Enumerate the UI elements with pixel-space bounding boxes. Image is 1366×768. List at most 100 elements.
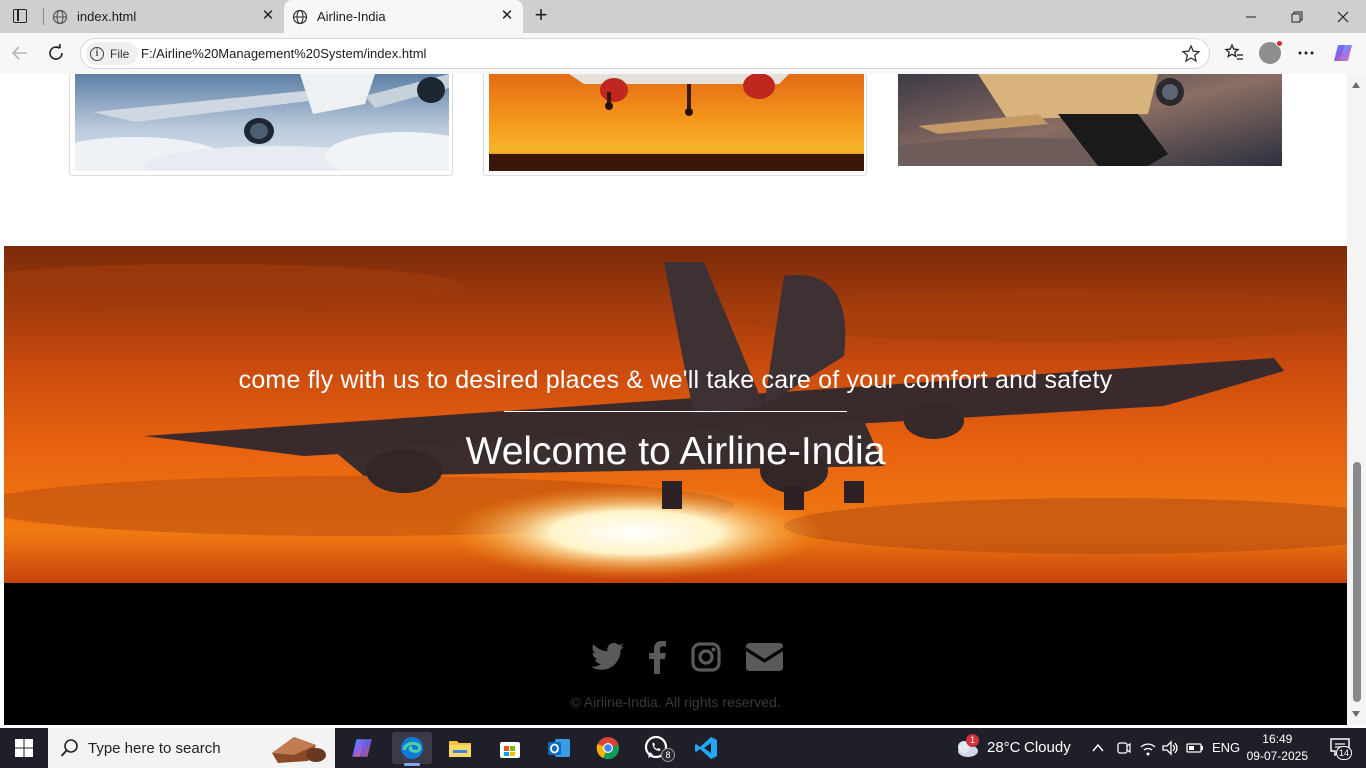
notification-center-button[interactable]: 14 xyxy=(1330,738,1353,760)
clock-time: 16:49 xyxy=(1262,732,1293,746)
tab-index-html[interactable]: index.html ✕ xyxy=(44,0,284,33)
browser-tab-strip: index.html ✕ Airline-India ✕ + xyxy=(0,0,1366,33)
private-jet-image xyxy=(898,74,1282,166)
site-footer: © Airline-India. All rights reserved. xyxy=(4,583,1347,725)
page-scrollbar[interactable] xyxy=(1347,74,1366,725)
scheme-label: File xyxy=(110,46,130,61)
copilot-button[interactable] xyxy=(1331,41,1355,65)
gallery-card xyxy=(898,74,1282,166)
windows-taskbar: Type here to search 8 1 28°C Cloudy ENG … xyxy=(0,728,1366,768)
more-horizontal-icon xyxy=(1298,51,1314,55)
copilot-icon xyxy=(352,739,372,757)
hero-heading: Welcome to Airline-India xyxy=(465,430,886,473)
twitter-icon xyxy=(590,643,624,670)
vscode-icon xyxy=(695,737,717,759)
instagram-icon xyxy=(691,642,721,672)
hero-divider xyxy=(504,411,847,412)
refresh-button[interactable] xyxy=(43,40,69,66)
taskbar-vscode[interactable] xyxy=(686,732,726,764)
globe-icon xyxy=(292,9,308,24)
page-viewport: come fly with us to desired places & we'… xyxy=(0,74,1366,725)
chevron-up-icon[interactable] xyxy=(1091,741,1105,755)
store-icon xyxy=(500,742,520,758)
airplane-sunset-image xyxy=(489,74,864,171)
minimize-icon xyxy=(1246,16,1256,17)
envelope-icon xyxy=(745,643,783,671)
active-app-indicator xyxy=(404,763,420,766)
scroll-down-arrow-icon[interactable] xyxy=(1352,711,1360,717)
weather-condition[interactable]: Cloudy xyxy=(1024,739,1071,756)
twitter-link[interactable] xyxy=(590,637,624,677)
taskbar-outlook[interactable] xyxy=(539,732,579,764)
clock-date: 09-07-2025 xyxy=(1246,749,1308,763)
volume-icon[interactable] xyxy=(1161,739,1179,757)
settings-more-button[interactable] xyxy=(1294,41,1318,65)
copyright-text: © Airline-India. All rights reserved. xyxy=(570,694,781,710)
favorites-button[interactable] xyxy=(1222,41,1246,65)
taskbar-chrome[interactable] xyxy=(588,732,628,764)
whatsapp-unread-badge: 8 xyxy=(661,748,675,762)
globe-icon xyxy=(52,9,68,24)
url-text[interactable]: F:/Airline%20Management%20System/index.h… xyxy=(141,46,426,61)
facebook-link[interactable] xyxy=(646,637,668,677)
weather-temperature[interactable]: 28°C xyxy=(987,739,1021,756)
notification-count-badge: 14 xyxy=(1336,746,1353,760)
folder-icon xyxy=(449,741,471,757)
taskbar-store[interactable] xyxy=(490,732,530,764)
taskbar-copilot[interactable] xyxy=(342,732,382,764)
chrome-icon xyxy=(596,737,619,760)
taskbar-whatsapp[interactable]: 8 xyxy=(637,732,677,764)
tab-title: index.html xyxy=(77,9,137,24)
close-icon xyxy=(1337,11,1349,22)
back-button[interactable] xyxy=(7,40,33,66)
wifi-icon[interactable] xyxy=(1139,739,1157,757)
taskbar-edge[interactable] xyxy=(392,732,432,766)
scroll-up-arrow-icon[interactable] xyxy=(1352,82,1360,88)
restore-icon xyxy=(1291,11,1303,22)
tab-actions-button[interactable] xyxy=(8,5,32,27)
hero-banner: come fly with us to desired places & we'… xyxy=(4,246,1347,583)
minimize-button[interactable] xyxy=(1228,0,1274,33)
arrow-left-icon xyxy=(11,46,27,60)
email-link[interactable] xyxy=(744,637,784,677)
taskbar-search[interactable]: Type here to search xyxy=(48,728,335,768)
facebook-icon xyxy=(649,640,666,674)
close-tab-icon[interactable]: ✕ xyxy=(499,8,515,24)
outlook-icon xyxy=(548,739,570,757)
scrollbar-thumb[interactable] xyxy=(1353,462,1361,702)
weather-badge: 1 xyxy=(966,734,979,747)
favorites-list-icon xyxy=(1224,43,1243,60)
address-bar[interactable]: i File F:/Airline%20Management%20System/… xyxy=(80,38,1210,69)
info-icon: i xyxy=(90,46,104,61)
profile-button[interactable] xyxy=(1258,40,1283,65)
airplane-silhouette-sunset-image xyxy=(4,246,1347,583)
start-button[interactable] xyxy=(0,728,48,768)
tab-title: Airline-India xyxy=(317,9,386,24)
new-tab-button[interactable]: + xyxy=(530,4,552,28)
instagram-link[interactable] xyxy=(690,637,722,677)
input-language[interactable]: ENG xyxy=(1212,740,1240,755)
close-tab-icon[interactable]: ✕ xyxy=(260,8,276,24)
edge-icon xyxy=(401,737,423,759)
avatar xyxy=(1259,40,1283,64)
search-highlight-image xyxy=(272,737,326,763)
search-placeholder: Type here to search xyxy=(88,740,221,757)
tab-airline-india[interactable]: Airline-India ✕ xyxy=(284,0,523,33)
windows-logo-icon xyxy=(15,739,33,757)
system-clock[interactable]: 16:49 09-07-2025 xyxy=(1247,731,1308,765)
close-window-button[interactable] xyxy=(1320,0,1366,33)
gallery-card xyxy=(483,74,867,176)
airplane-clouds-image xyxy=(75,74,449,171)
taskbar-file-explorer[interactable] xyxy=(440,732,480,764)
restore-button[interactable] xyxy=(1274,0,1320,33)
browser-toolbar: i File F:/Airline%20Management%20System/… xyxy=(0,33,1366,74)
meet-camera-icon[interactable] xyxy=(1115,739,1131,757)
copilot-icon xyxy=(1334,45,1352,61)
search-icon xyxy=(60,739,78,757)
refresh-icon xyxy=(49,44,63,60)
site-info-button[interactable]: i File xyxy=(86,42,138,65)
favorite-star-icon[interactable] xyxy=(1181,44,1201,64)
hero-tagline: come fly with us to desired places & we'… xyxy=(238,366,1113,394)
battery-icon[interactable] xyxy=(1186,740,1204,756)
gallery-card xyxy=(69,74,453,176)
